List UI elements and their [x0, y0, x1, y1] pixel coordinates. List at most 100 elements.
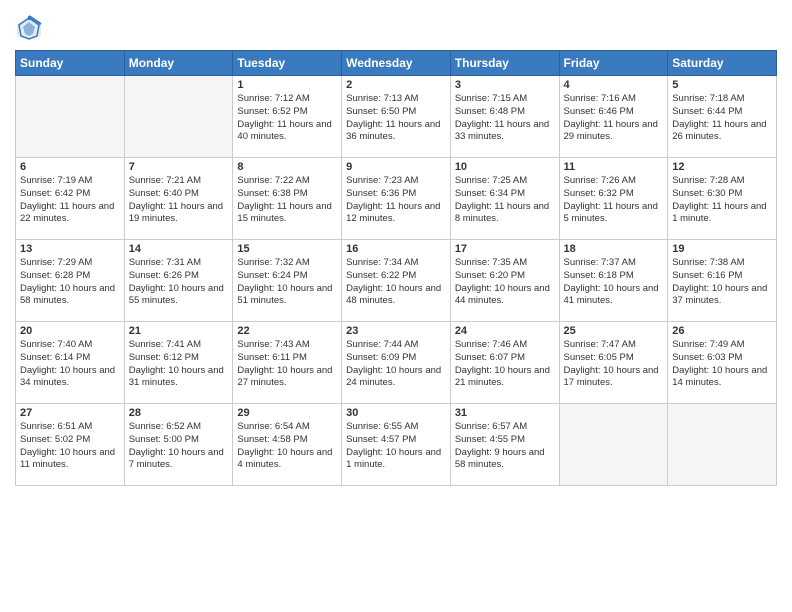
day-number: 19 — [672, 243, 772, 255]
day-number: 20 — [20, 325, 120, 337]
calendar-cell: 13 Sunrise: 7:29 AMSunset: 6:28 PMDayligh… — [16, 240, 125, 322]
calendar-week-row: 6 Sunrise: 7:19 AMSunset: 6:42 PMDaylight… — [16, 158, 777, 240]
day-detail: Sunrise: 7:16 AMSunset: 6:46 PMDaylight:… — [564, 93, 664, 144]
day-detail: Sunrise: 7:23 AMSunset: 6:36 PMDaylight:… — [346, 175, 446, 226]
day-number: 29 — [237, 407, 337, 419]
logo — [15, 14, 47, 42]
day-number: 15 — [237, 243, 337, 255]
day-number: 6 — [20, 161, 120, 173]
day-detail: Sunrise: 7:47 AMSunset: 6:05 PMDaylight:… — [564, 339, 664, 390]
day-number: 9 — [346, 161, 446, 173]
day-number: 1 — [237, 79, 337, 91]
day-detail: Sunrise: 7:19 AMSunset: 6:42 PMDaylight:… — [20, 175, 120, 226]
day-number: 21 — [129, 325, 229, 337]
calendar-cell — [124, 76, 233, 158]
calendar-week-row: 13 Sunrise: 7:29 AMSunset: 6:28 PMDayligh… — [16, 240, 777, 322]
calendar-cell: 9 Sunrise: 7:23 AMSunset: 6:36 PMDaylight… — [342, 158, 451, 240]
calendar-cell: 6 Sunrise: 7:19 AMSunset: 6:42 PMDaylight… — [16, 158, 125, 240]
day-detail: Sunrise: 6:52 AMSunset: 5:00 PMDaylight:… — [129, 421, 229, 472]
calendar-cell: 17Sunrise: 7:35 AMSunset: 6:20 PMDayligh… — [450, 240, 559, 322]
calendar-cell — [668, 404, 777, 486]
calendar-cell: 8 Sunrise: 7:22 AMSunset: 6:38 PMDaylight… — [233, 158, 342, 240]
day-number: 14 — [129, 243, 229, 255]
day-detail: Sunrise: 7:31 AMSunset: 6:26 PMDaylight:… — [129, 257, 229, 308]
calendar-cell: 2 Sunrise: 7:13 AMSunset: 6:50 PMDaylight… — [342, 76, 451, 158]
calendar-cell: 18 Sunrise: 7:37 AMSunset: 6:18 PMDayligh… — [559, 240, 668, 322]
day-detail: Sunrise: 7:22 AMSunset: 6:38 PMDaylight:… — [237, 175, 337, 226]
day-detail: Sunrise: 7:35 AMSunset: 6:20 PMDaylight:… — [455, 257, 555, 308]
day-number: 31 — [455, 407, 555, 419]
calendar-cell: 19 Sunrise: 7:38 AMSunset: 6:16 PMDayligh… — [668, 240, 777, 322]
day-number: 16 — [346, 243, 446, 255]
calendar-cell: 23 Sunrise: 7:44 AMSunset: 6:09 PMDayligh… — [342, 322, 451, 404]
day-detail: Sunrise: 7:46 AMSunset: 6:07 PMDaylight:… — [455, 339, 555, 390]
day-detail: Sunrise: 7:21 AMSunset: 6:40 PMDaylight:… — [129, 175, 229, 226]
day-number: 28 — [129, 407, 229, 419]
day-detail: Sunrise: 7:13 AMSunset: 6:50 PMDaylight:… — [346, 93, 446, 144]
day-number: 4 — [564, 79, 664, 91]
calendar-header-row: SundayMondayTuesdayWednesdayThursdayFrid… — [16, 51, 777, 76]
calendar-cell: 30 Sunrise: 6:55 AMSunset: 4:57 PMDayligh… — [342, 404, 451, 486]
day-number: 13 — [20, 243, 120, 255]
day-detail: Sunrise: 7:18 AMSunset: 6:44 PMDaylight:… — [672, 93, 772, 144]
calendar-cell: 4 Sunrise: 7:16 AMSunset: 6:46 PMDaylight… — [559, 76, 668, 158]
calendar-cell — [559, 404, 668, 486]
calendar-cell: 22 Sunrise: 7:43 AMSunset: 6:11 PMDayligh… — [233, 322, 342, 404]
calendar-cell: 27Sunrise: 6:51 AMSunset: 5:02 PMDayligh… — [16, 404, 125, 486]
calendar-cell: 31 Sunrise: 6:57 AMSunset: 4:55 PMDayligh… — [450, 404, 559, 486]
calendar-cell: 5 Sunrise: 7:18 AMSunset: 6:44 PMDaylight… — [668, 76, 777, 158]
day-detail: Sunrise: 7:43 AMSunset: 6:11 PMDaylight:… — [237, 339, 337, 390]
day-detail: Sunrise: 7:40 AMSunset: 6:14 PMDaylight:… — [20, 339, 120, 390]
calendar-week-row: 27Sunrise: 6:51 AMSunset: 5:02 PMDayligh… — [16, 404, 777, 486]
day-number: 10 — [455, 161, 555, 173]
day-detail: Sunrise: 7:12 AMSunset: 6:52 PMDaylight:… — [237, 93, 337, 144]
day-header-monday: Monday — [124, 51, 233, 76]
day-detail: Sunrise: 6:55 AMSunset: 4:57 PMDaylight:… — [346, 421, 446, 472]
calendar-week-row: 1 Sunrise: 7:12 AMSunset: 6:52 PMDaylight… — [16, 76, 777, 158]
calendar-cell: 20 Sunrise: 7:40 AMSunset: 6:14 PMDayligh… — [16, 322, 125, 404]
day-header-friday: Friday — [559, 51, 668, 76]
day-number: 12 — [672, 161, 772, 173]
calendar-cell: 1 Sunrise: 7:12 AMSunset: 6:52 PMDaylight… — [233, 76, 342, 158]
day-detail: Sunrise: 6:54 AMSunset: 4:58 PMDaylight:… — [237, 421, 337, 472]
day-detail: Sunrise: 7:37 AMSunset: 6:18 PMDaylight:… — [564, 257, 664, 308]
day-number: 24 — [455, 325, 555, 337]
day-detail: Sunrise: 6:57 AMSunset: 4:55 PMDaylight:… — [455, 421, 555, 472]
day-number: 25 — [564, 325, 664, 337]
day-header-thursday: Thursday — [450, 51, 559, 76]
calendar-cell: 26Sunrise: 7:49 AMSunset: 6:03 PMDayligh… — [668, 322, 777, 404]
day-detail: Sunrise: 6:51 AMSunset: 5:02 PMDaylight:… — [20, 421, 120, 472]
calendar-cell: 29 Sunrise: 6:54 AMSunset: 4:58 PMDayligh… — [233, 404, 342, 486]
calendar-cell: 25 Sunrise: 7:47 AMSunset: 6:05 PMDayligh… — [559, 322, 668, 404]
calendar-cell: 11Sunrise: 7:26 AMSunset: 6:32 PMDayligh… — [559, 158, 668, 240]
day-number: 23 — [346, 325, 446, 337]
day-number: 3 — [455, 79, 555, 91]
calendar-cell: 3 Sunrise: 7:15 AMSunset: 6:48 PMDaylight… — [450, 76, 559, 158]
day-detail: Sunrise: 7:28 AMSunset: 6:30 PMDaylight:… — [672, 175, 772, 226]
calendar-cell: 10Sunrise: 7:25 AMSunset: 6:34 PMDayligh… — [450, 158, 559, 240]
logo-icon — [15, 14, 43, 42]
day-number: 26 — [672, 325, 772, 337]
day-number: 7 — [129, 161, 229, 173]
day-number: 18 — [564, 243, 664, 255]
day-number: 5 — [672, 79, 772, 91]
day-number: 2 — [346, 79, 446, 91]
day-detail: Sunrise: 7:15 AMSunset: 6:48 PMDaylight:… — [455, 93, 555, 144]
day-header-wednesday: Wednesday — [342, 51, 451, 76]
calendar-cell — [16, 76, 125, 158]
day-number: 30 — [346, 407, 446, 419]
calendar-cell: 24 Sunrise: 7:46 AMSunset: 6:07 PMDayligh… — [450, 322, 559, 404]
page: SundayMondayTuesdayWednesdayThursdayFrid… — [0, 0, 792, 612]
calendar-cell: 21Sunrise: 7:41 AMSunset: 6:12 PMDayligh… — [124, 322, 233, 404]
calendar: SundayMondayTuesdayWednesdayThursdayFrid… — [15, 50, 777, 486]
calendar-cell: 16Sunrise: 7:34 AMSunset: 6:22 PMDayligh… — [342, 240, 451, 322]
day-number: 8 — [237, 161, 337, 173]
day-detail: Sunrise: 7:38 AMSunset: 6:16 PMDaylight:… — [672, 257, 772, 308]
day-number: 22 — [237, 325, 337, 337]
day-detail: Sunrise: 7:44 AMSunset: 6:09 PMDaylight:… — [346, 339, 446, 390]
day-header-tuesday: Tuesday — [233, 51, 342, 76]
calendar-cell: 14 Sunrise: 7:31 AMSunset: 6:26 PMDayligh… — [124, 240, 233, 322]
header — [15, 10, 777, 42]
day-detail: Sunrise: 7:29 AMSunset: 6:28 PMDaylight:… — [20, 257, 120, 308]
day-number: 11 — [564, 161, 664, 173]
